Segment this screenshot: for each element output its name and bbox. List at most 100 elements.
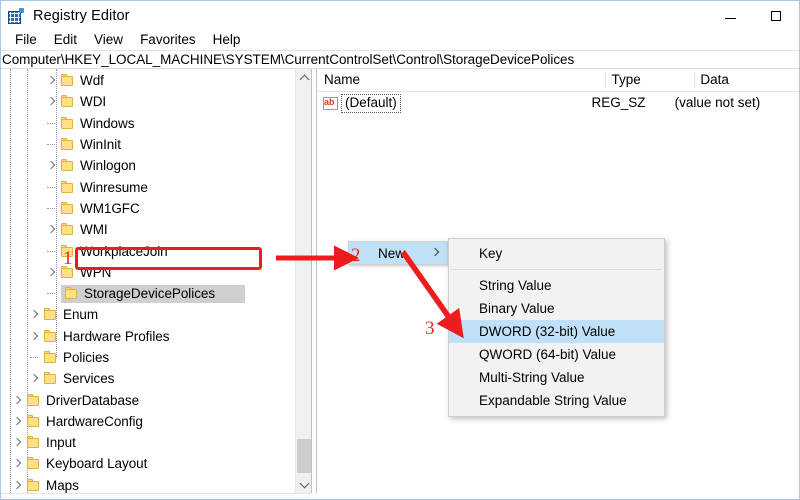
expand-chevron-icon[interactable] — [27, 304, 43, 325]
folder-icon — [26, 478, 42, 492]
tree-item-label: Wdf — [80, 73, 104, 89]
tree-item-label: DriverDatabase — [46, 392, 140, 408]
value-name-cell[interactable]: ab (Default) — [318, 92, 586, 114]
expand-chevron-icon[interactable] — [10, 432, 26, 453]
menu-item-favorites[interactable]: Favorites — [132, 31, 205, 49]
tree-leaf-connector-icon — [44, 241, 60, 262]
pane-splitter[interactable] — [311, 69, 317, 493]
maximize-button[interactable] — [753, 1, 799, 31]
tree-item-policies[interactable]: Policies — [1, 347, 311, 368]
chevron-up-icon — [299, 74, 309, 84]
new-submenu[interactable]: Key String Value Binary Value DWORD (32-… — [448, 238, 665, 417]
tree-item-wdf[interactable]: Wdf — [1, 70, 311, 91]
tree-item-workplacejoin[interactable]: WorkplaceJoin — [1, 240, 311, 261]
context-menu[interactable]: New — [348, 241, 448, 265]
folder-icon — [60, 95, 76, 109]
tree-item-label: WDI — [80, 94, 107, 110]
tree-leaf-connector-icon — [44, 198, 60, 219]
value-type-cell: REG_SZ — [591, 95, 646, 110]
column-header-data[interactable]: Data — [694, 69, 799, 91]
tree-item-wm1gfc[interactable]: WM1GFC — [1, 198, 311, 219]
tree-item-services[interactable]: Services — [1, 368, 311, 389]
expand-chevron-icon[interactable] — [27, 368, 43, 389]
tree-item-label: WPN — [80, 264, 112, 280]
address-bar[interactable]: Computer\HKEY_LOCAL_MACHINE\SYSTEM\Curre… — [1, 50, 799, 69]
scroll-down-button[interactable] — [296, 476, 312, 493]
expand-chevron-icon[interactable] — [44, 219, 60, 240]
scroll-up-button[interactable] — [296, 69, 312, 86]
table-row[interactable]: ab (Default) REG_SZ (value not set) — [318, 92, 799, 114]
tree-item-wpn[interactable]: WPN — [1, 262, 311, 283]
folder-icon — [26, 436, 42, 450]
tree-item-label: WorkplaceJoin — [80, 243, 168, 259]
tree-item-label: Hardware Profiles — [63, 328, 170, 344]
tree-item-input[interactable]: Input — [1, 432, 311, 453]
submenu-item-multi-string-value[interactable]: Multi-String Value — [449, 366, 664, 389]
tree-item-content: WPN — [60, 265, 111, 280]
tree-item-winresume[interactable]: Winresume — [1, 176, 311, 197]
tree-item-wdi[interactable]: WDI — [1, 91, 311, 112]
folder-icon — [60, 159, 76, 173]
column-header-type[interactable]: Type — [605, 69, 694, 91]
tree-vertical-scrollbar[interactable] — [295, 69, 311, 493]
registry-tree-pane[interactable]: Wdf WDI Windows WinInit Winlogon Winresume WM1… — [1, 69, 311, 493]
tree-item-driverdatabase[interactable]: DriverDatabase — [1, 389, 311, 410]
tree-item-content: Enum — [43, 307, 98, 322]
tree-item-windows[interactable]: Windows — [1, 113, 311, 134]
submenu-item-key[interactable]: Key — [449, 242, 664, 265]
expand-chevron-icon[interactable] — [10, 475, 26, 493]
chevron-right-icon — [430, 247, 440, 257]
folder-icon — [43, 308, 59, 322]
menu-item-edit[interactable]: Edit — [46, 31, 86, 49]
menu-separator — [451, 269, 662, 270]
folder-icon — [60, 116, 76, 130]
window-title: Registry Editor — [33, 8, 130, 24]
tree-item-wmi[interactable]: WMI — [1, 219, 311, 240]
expand-chevron-icon[interactable] — [10, 411, 26, 432]
value-name-label: (Default) — [341, 93, 401, 113]
menu-bar: File Edit View Favorites Help — [1, 29, 799, 50]
expand-chevron-icon[interactable] — [44, 70, 60, 91]
value-data-cell: (value not set) — [674, 95, 761, 110]
tree-item-storagedevicepolices[interactable]: StorageDevicePolices — [1, 283, 311, 304]
tree-item-label: Winlogon — [80, 158, 136, 174]
registry-tree: Wdf WDI Windows WinInit Winlogon Winresume WM1… — [1, 69, 311, 493]
expand-chevron-icon[interactable] — [44, 91, 60, 112]
content-area: Wdf WDI Windows WinInit Winlogon Winresume WM1… — [1, 69, 799, 499]
submenu-item-string-value[interactable]: String Value — [449, 274, 664, 297]
menu-item-file[interactable]: File — [7, 31, 46, 49]
submenu-item-dword-32bit-value[interactable]: DWORD (32-bit) Value — [449, 320, 664, 343]
folder-icon — [60, 223, 76, 237]
tree-item-wininit[interactable]: WinInit — [1, 134, 311, 155]
context-menu-item-new[interactable]: New — [349, 242, 447, 264]
tree-scroll-thumb[interactable] — [297, 439, 311, 473]
tree-horizontal-scrollbar[interactable] — [1, 493, 311, 499]
submenu-item-binary-value[interactable]: Binary Value — [449, 297, 664, 320]
tree-item-hardware-profiles[interactable]: Hardware Profiles — [1, 326, 311, 347]
folder-icon — [43, 351, 59, 365]
tree-item-winlogon[interactable]: Winlogon — [1, 155, 311, 176]
registry-editor-icon — [8, 8, 24, 24]
tree-item-content: WinInit — [60, 137, 121, 152]
tree-item-keyboard-layout[interactable]: Keyboard Layout — [1, 453, 311, 474]
expand-chevron-icon[interactable] — [44, 155, 60, 176]
tree-leaf-connector-icon — [44, 134, 60, 155]
expand-chevron-icon[interactable] — [27, 326, 43, 347]
expand-chevron-icon[interactable] — [44, 262, 60, 283]
tree-item-label: Input — [46, 435, 76, 451]
menu-item-help[interactable]: Help — [205, 31, 250, 49]
column-header-name[interactable]: Name — [318, 69, 605, 91]
minimize-button[interactable] — [707, 1, 753, 31]
tree-item-content: Keyboard Layout — [26, 456, 147, 471]
tree-item-content: WorkplaceJoin — [60, 244, 168, 259]
folder-icon — [60, 74, 76, 88]
menu-item-view[interactable]: View — [86, 31, 132, 49]
expand-chevron-icon[interactable] — [10, 390, 26, 411]
tree-item-hardwareconfig[interactable]: HardwareConfig — [1, 411, 311, 432]
tree-item-label: Maps — [46, 477, 79, 493]
tree-item-enum[interactable]: Enum — [1, 304, 311, 325]
expand-chevron-icon[interactable] — [10, 453, 26, 474]
tree-item-maps[interactable]: Maps — [1, 475, 311, 493]
submenu-item-qword-64bit-value[interactable]: QWORD (64-bit) Value — [449, 343, 664, 366]
submenu-item-expandable-string-value[interactable]: Expandable String Value — [449, 389, 664, 412]
